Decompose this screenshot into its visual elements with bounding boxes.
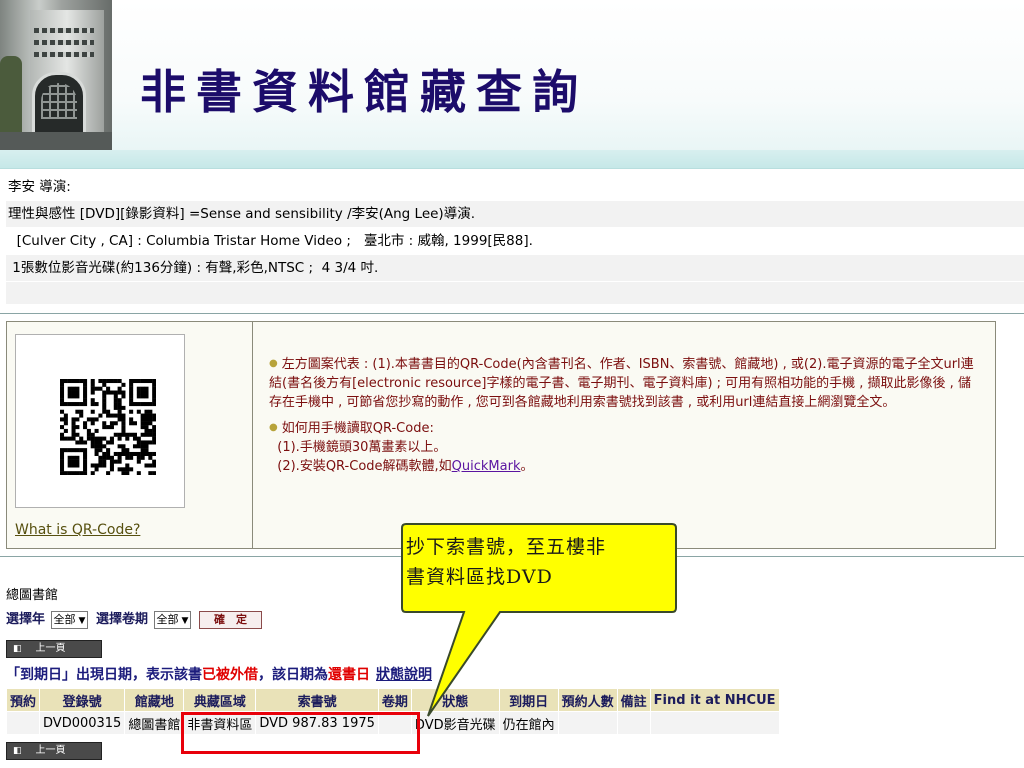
header-banner: 非書資料館藏查詢 xyxy=(0,0,1024,169)
chevron-down-icon: ▼ xyxy=(181,615,189,626)
volume-select[interactable]: 全部 ▼ xyxy=(153,610,192,629)
column-header: 典藏區域 xyxy=(183,688,257,712)
qr-left-cell: What is QR-Code? xyxy=(7,322,253,548)
year-select-value: 全部 xyxy=(53,612,76,626)
callout-text: 抄下索書號，至五樓非 書資料區找DVD xyxy=(406,532,670,592)
confirm-button[interactable]: 確 定 xyxy=(199,610,262,629)
note-text-mid: ，該日期為 xyxy=(258,667,328,683)
biblio-publication: [Culver City , CA] : Columbia Tristar Ho… xyxy=(6,228,1024,255)
bibliographic-record: 李安 導演: 理性與感性 [DVD][錄影資料] =Sense and sens… xyxy=(6,174,1024,305)
qr-para2-title: 如何用手機讀取QR-Code: xyxy=(281,421,434,436)
column-header: 索書號 xyxy=(255,688,379,712)
note-text: 「到期日」出現日期，表示該書 xyxy=(6,667,202,683)
prev-page-label: 上一頁 xyxy=(35,643,66,654)
table-cell: DVD000315 xyxy=(39,711,126,735)
qr-para2-suffix: 。 xyxy=(520,459,534,474)
prev-page-label: 上一頁 xyxy=(35,745,66,756)
filter-row: 選擇年 全部 ▼ 選擇卷期 全部 ▼ 確 定 xyxy=(6,608,262,629)
table-cell: 總圖書館 xyxy=(124,711,185,735)
year-label: 選擇年 xyxy=(6,612,46,627)
biblio-title: 理性與感性 [DVD][錄影資料] =Sense and sensibility… xyxy=(6,201,1024,228)
callout-line-1: 抄下索書號，至五樓非 xyxy=(406,536,607,558)
qr-panel: What is QR-Code? ● 左方圖案代表 : (1).本書書目的QR-C… xyxy=(6,321,996,549)
qr-code-icon xyxy=(60,379,156,475)
qr-para1: 左方圖案代表 : (1).本書書目的QR-Code(內含書刊名、作者、ISBN、… xyxy=(269,357,974,410)
quickmark-link[interactable]: QuickMark xyxy=(452,459,521,474)
what-is-qr-link[interactable]: What is QR-Code? xyxy=(15,522,140,538)
due-date-note: 「到期日」出現日期，表示該書已被外借，該日期為還書日 狀態說明 xyxy=(6,664,432,684)
qr-para2-line1: (1).手機鏡頭30萬畫素以上。 xyxy=(277,440,447,455)
note-checked-out: 已被外借 xyxy=(202,667,258,683)
prev-page-icon: ◧ xyxy=(13,644,22,654)
volume-select-value: 全部 xyxy=(156,612,179,626)
call-number-highlight xyxy=(181,712,420,754)
prev-page-button-top[interactable]: ◧ 上一頁 xyxy=(6,640,102,658)
callout-line-2: 書資料區找DVD xyxy=(406,566,553,588)
divider xyxy=(0,313,1024,314)
library-building-image xyxy=(0,0,112,150)
column-header: 登錄號 xyxy=(39,688,126,712)
volume-label: 選擇卷期 xyxy=(96,612,149,627)
biblio-author: 李安 導演: xyxy=(6,174,1024,201)
page-title: 非書資料館藏查詢 xyxy=(140,65,588,119)
biblio-physical: 1張數位影音光碟(約136分鐘) : 有聲,彩色,NTSC ; 4 3/4 吋. xyxy=(6,255,1024,282)
year-select[interactable]: 全部 ▼ xyxy=(50,610,89,629)
chevron-down-icon: ▼ xyxy=(78,615,86,626)
bullet-icon: ● xyxy=(269,422,278,433)
prev-page-button-bottom[interactable]: ◧ 上一頁 xyxy=(6,742,102,760)
column-header: 館藏地 xyxy=(124,688,185,712)
qr-para2-line2: (2).安裝QR-Code解碼軟體,如 xyxy=(277,459,452,474)
banner-strip xyxy=(0,150,1024,169)
qr-description: ● 左方圖案代表 : (1).本書書目的QR-Code(內含書刊名、作者、ISBN… xyxy=(269,354,981,482)
prev-page-icon: ◧ xyxy=(13,746,22,756)
library-name: 總圖書館 xyxy=(6,588,59,603)
qr-frame xyxy=(15,334,185,508)
note-return-date: 還書日 xyxy=(328,667,370,683)
column-header: 預約 xyxy=(5,688,41,712)
table-cell xyxy=(5,711,41,735)
bullet-icon: ● xyxy=(269,358,278,369)
biblio-blank-row xyxy=(6,282,1024,305)
